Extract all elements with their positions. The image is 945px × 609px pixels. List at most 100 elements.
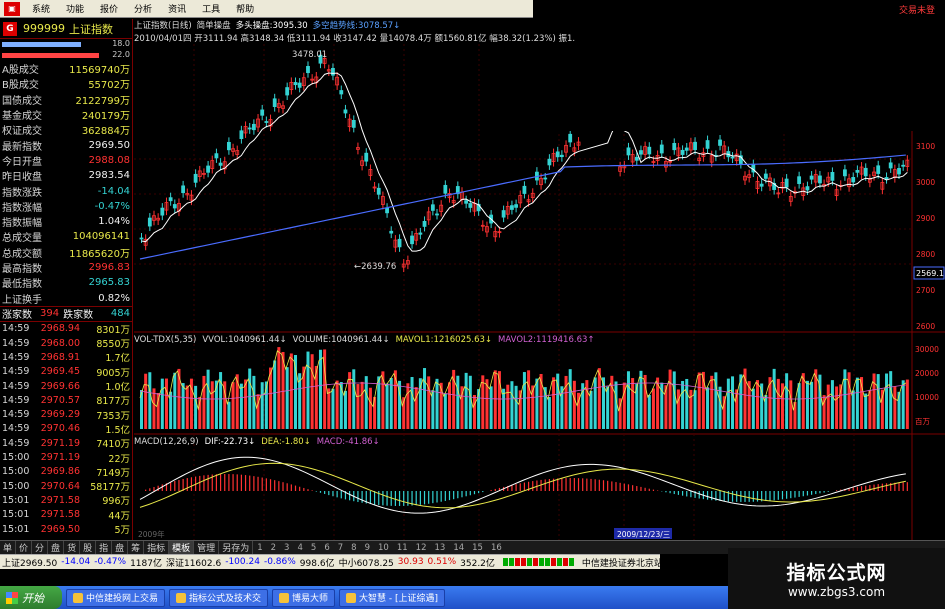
tick-row[interactable]: 14:59 2969.66 1.0亿 — [0, 379, 132, 394]
kline-chart-area[interactable]: 3478.01 ←2639.76 2569.1 3100 3000 2900 2800 270… — [134, 19, 945, 540]
tick-price: 2970.64 — [40, 480, 80, 492]
side-tab[interactable]: 货 — [64, 541, 81, 554]
tab-4[interactable]: 另存为 — [219, 541, 254, 554]
tick-row[interactable]: 14:59 2968.94 8301万 — [0, 322, 132, 336]
up-count: 394 — [40, 308, 60, 320]
side-tab[interactable]: 价 — [16, 541, 33, 554]
tick-price: 2969.50 — [40, 523, 80, 535]
heat-block — [538, 558, 544, 566]
tab-3[interactable]: 管理 — [194, 541, 220, 554]
period-tab[interactable]: 14 — [449, 543, 468, 553]
stat-value: -14.04 — [97, 185, 130, 197]
volume-bar — [239, 383, 243, 429]
tick-row[interactable]: 15:01 2969.50 5万 — [0, 522, 132, 537]
candle-body — [364, 152, 369, 162]
volume-bar — [468, 375, 472, 429]
task-boyi[interactable]: 博易大师 — [272, 588, 336, 607]
period-tab[interactable]: 9 — [361, 543, 374, 553]
tick-row[interactable]: 14:59 2970.46 1.5亿 — [0, 422, 132, 436]
volume-bar — [510, 381, 514, 429]
menu-item-help[interactable]: 帮助 — [236, 2, 254, 15]
menu-item-system[interactable]: 系统 — [32, 2, 50, 15]
period-tab[interactable]: 13 — [430, 543, 449, 553]
period-tab[interactable]: 16 — [487, 543, 506, 553]
period-tab[interactable]: 11 — [393, 543, 412, 553]
candle-body — [251, 123, 256, 131]
tick-row[interactable]: 14:59 2968.00 8550万 — [0, 336, 132, 351]
chart-mode: 简单操盘 — [196, 21, 231, 31]
vol-axis-label: 30000 — [915, 345, 939, 354]
volume-bar — [173, 372, 177, 429]
candle-body — [181, 185, 186, 194]
side-tab[interactable]: 股 — [80, 541, 97, 554]
stock-name[interactable]: 上证指数 — [69, 21, 113, 37]
period-tab[interactable]: 5 — [307, 543, 320, 553]
volume-bar — [585, 380, 589, 429]
tick-volume: 9005万 — [96, 367, 130, 379]
chart-trend-line: 多空趋势线:3078.57↓ — [312, 21, 401, 31]
candle-body — [247, 127, 252, 130]
period-tab[interactable]: 4 — [293, 543, 306, 553]
period-tab[interactable]: 1 — [253, 543, 266, 553]
task-trading[interactable]: 中信建投网上交易 — [66, 588, 166, 607]
tick-row[interactable]: 15:00 2969.86 7149万 — [0, 465, 132, 479]
menu-item-info[interactable]: 资讯 — [168, 2, 186, 15]
stat-row: B股成交 55702万 — [0, 76, 132, 91]
chart-canvas[interactable]: 3478.01 ←2639.76 2569.1 3100 3000 2900 2800 270… — [134, 19, 945, 540]
candle-body — [239, 130, 244, 140]
tick-row[interactable]: 15:01 2971.58 44万 — [0, 508, 132, 522]
period-tab[interactable]: 7 — [334, 543, 347, 553]
low-price-label: ←2639.76 — [354, 262, 396, 272]
task-dazhihui[interactable]: 大智慧 - [上证综遇] — [339, 588, 446, 607]
tick-row[interactable]: 15:01 2971.58 996万 — [0, 493, 132, 508]
tick-row[interactable]: 14:59 2971.19 7410万 — [0, 436, 132, 451]
menu-item-function[interactable]: 功能 — [66, 2, 84, 15]
period-tab[interactable]: 8 — [347, 543, 360, 553]
candle-body — [422, 220, 427, 227]
volume-bar — [410, 377, 414, 429]
start-button[interactable]: 开始 — [0, 586, 62, 609]
tick-row[interactable]: 14:59 2969.45 9005万 — [0, 365, 132, 379]
period-tab[interactable]: 15 — [468, 543, 487, 553]
stock-code[interactable]: 999999 — [23, 22, 65, 35]
heat-block — [520, 558, 526, 566]
menu-item-tools[interactable]: 工具 — [202, 2, 220, 15]
volume-bar — [535, 378, 539, 429]
volume-bar — [194, 385, 198, 429]
side-tab[interactable]: 盘 — [48, 541, 65, 554]
trade-login-status[interactable]: 交易未登 — [899, 3, 935, 16]
period-tab[interactable]: 12 — [412, 543, 431, 553]
stat-label: 今日开盘 — [2, 156, 42, 168]
period-tab[interactable]: 10 — [374, 543, 393, 553]
tick-row[interactable]: 14:59 2968.91 1.7亿 — [0, 350, 132, 365]
period-tab[interactable]: 6 — [320, 543, 333, 553]
candle-body — [343, 109, 348, 114]
task-formula[interactable]: 指标公式及技术交 — [169, 588, 269, 607]
volume-bar — [356, 384, 360, 429]
side-tab[interactable]: 盘 — [112, 541, 129, 554]
period-tab[interactable]: 2 — [267, 543, 280, 553]
tick-list[interactable]: 14:59 2968.94 8301万 14:59 2968.00 8550万 14:59 2… — [0, 322, 132, 536]
tick-row[interactable]: 14:59 2970.57 8177万 — [0, 393, 132, 408]
side-tab[interactable]: 单 — [0, 541, 17, 554]
ratio-bar-label: 18.0 — [112, 39, 130, 48]
side-tab[interactable]: 筹 — [128, 541, 145, 554]
volume-bar — [785, 373, 789, 429]
side-tab[interactable]: 分 — [32, 541, 49, 554]
volume-bar — [830, 380, 834, 429]
period-tab[interactable]: 3 — [280, 543, 293, 553]
tab-2[interactable]: 模板 — [169, 541, 195, 554]
stat-row: 最高指数 2996.83 — [0, 260, 132, 275]
volume-bar — [880, 389, 884, 429]
candle-body — [718, 139, 722, 146]
high-price-label: 3478.01 — [292, 50, 327, 60]
tab-1[interactable]: 指标 — [144, 541, 170, 554]
tick-row[interactable]: 15:00 2970.64 58177万 — [0, 479, 132, 494]
side-tab[interactable]: 指 — [96, 541, 113, 554]
tick-row[interactable]: 15:00 2971.19 22万 — [0, 450, 132, 465]
menu-item-analysis[interactable]: 分析 — [134, 2, 152, 15]
candle-body — [430, 204, 435, 211]
tick-row[interactable]: 14:59 2969.29 7353万 — [0, 408, 132, 422]
menu-item-quote[interactable]: 报价 — [100, 2, 118, 15]
stat-value: 240179万 — [81, 111, 130, 123]
